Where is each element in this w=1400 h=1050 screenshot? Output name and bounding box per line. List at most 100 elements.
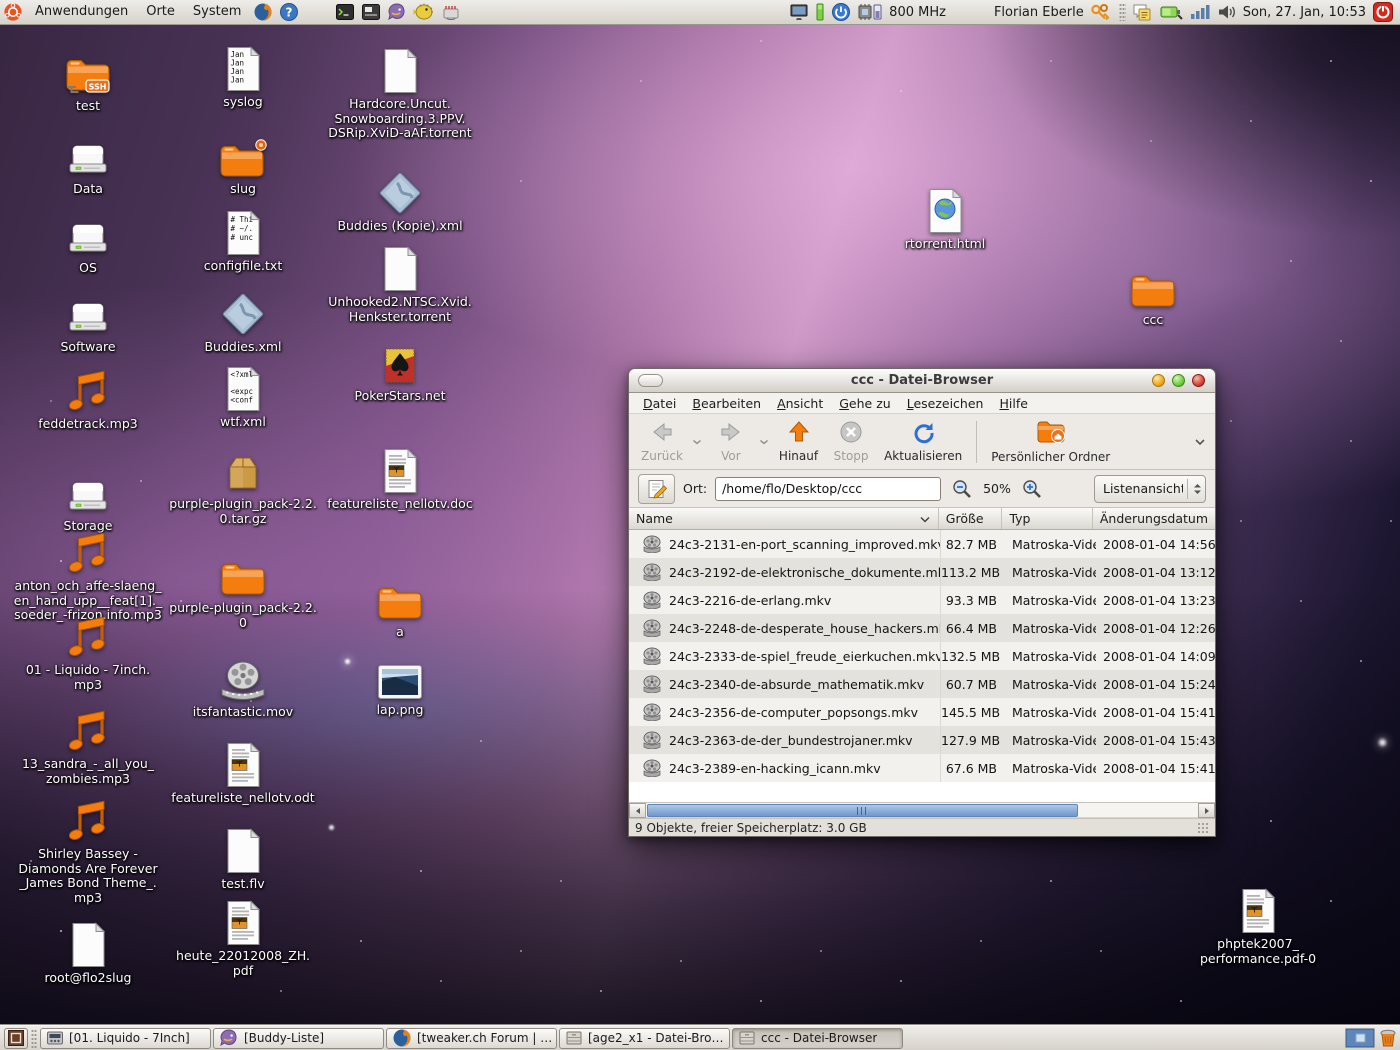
show-desktop-button[interactable] — [4, 1028, 28, 1049]
desktop-icon[interactable]: phptek2007_ performance.pdf-0 — [1183, 888, 1333, 966]
desktop-icon[interactable]: test.flv — [168, 828, 318, 892]
taskbar-button[interactable]: [01. Liquido - 7Inch] — [40, 1028, 211, 1049]
display-icon[interactable] — [786, 0, 812, 25]
ubuntu-logo-icon[interactable] — [0, 0, 26, 25]
taskbar-button[interactable]: [age2_x1 - Datei-Bro… — [559, 1028, 730, 1049]
zoom-in-button[interactable] — [1019, 475, 1045, 503]
desktop-icon[interactable]: OS — [13, 212, 163, 276]
desktop-icon[interactable]: anton_och_affe-slaeng_ en_hand_upp__feat… — [13, 530, 163, 623]
close-button[interactable] — [1192, 374, 1205, 387]
desktop-icon[interactable]: <?xml<expc<confwtf.xml — [168, 366, 318, 430]
desktop-icon[interactable]: Software — [13, 291, 163, 355]
desktop-icon[interactable]: heute_22012008_ZH. pdf — [168, 900, 318, 978]
scrollbar-track[interactable] — [646, 803, 1198, 818]
desktop-icon[interactable]: featureliste_nellotv.odt — [168, 742, 318, 806]
taskbar-button[interactable]: [tweaker.ch Forum | … — [386, 1028, 557, 1049]
desktop-icon[interactable]: slug — [168, 133, 318, 197]
menu-item-2[interactable]: Ansicht — [769, 394, 831, 413]
file-row[interactable]: 24c3-2389-en-hacking_icann.mkv67.6 MBMat… — [629, 754, 1215, 782]
desktop-icon[interactable]: Buddies (Kopie).xml — [325, 170, 475, 234]
file-row[interactable]: 24c3-2192-de-elektronische_dokumente.mkv… — [629, 558, 1215, 586]
back-dropdown[interactable] — [690, 418, 705, 466]
back-button[interactable]: Zurück — [634, 418, 690, 466]
power-manager-icon[interactable] — [828, 0, 854, 25]
desktop-icon[interactable]: itsfantastic.mov — [168, 656, 318, 720]
desktop-icon[interactable]: feddetrack.mp3 — [13, 368, 163, 432]
signal-strength-icon[interactable] — [1186, 0, 1214, 25]
shade-button[interactable] — [638, 374, 663, 387]
forward-dropdown[interactable] — [757, 418, 772, 466]
battery-meter-icon[interactable] — [812, 0, 828, 25]
menu-orte[interactable]: Orte — [137, 0, 184, 24]
trash-icon[interactable] — [1379, 1028, 1397, 1048]
keyring-icon[interactable] — [1087, 0, 1117, 25]
up-button[interactable]: Hinauf — [772, 418, 825, 466]
desktop-icon[interactable]: Unhooked2.NTSC.Xvid. Henkster.torrent — [325, 246, 475, 324]
desktop-icon[interactable]: # Thi# ~/.# uncconfigfile.txt — [168, 210, 318, 274]
terminal-launcher-icon[interactable] — [332, 0, 358, 25]
workspace-switcher[interactable] — [1345, 1028, 1375, 1048]
column-header-size[interactable]: Größe — [939, 508, 1003, 529]
scroll-left-button[interactable] — [629, 803, 646, 818]
panel-drag-handle[interactable] — [1119, 3, 1126, 21]
taskbar-drag-handle[interactable] — [31, 1029, 37, 1048]
column-header-name[interactable]: Name — [629, 508, 939, 529]
title-bar[interactable]: ccc - Datei-Browser — [629, 369, 1215, 393]
desktop-icon[interactable]: featureliste_nellotv.doc — [325, 448, 475, 512]
desktop-icon[interactable]: rtorrent.html — [870, 188, 1020, 252]
column-header-date[interactable]: Änderungsdatum — [1093, 508, 1215, 529]
desktop-icon[interactable]: lap.png — [325, 654, 475, 718]
file-row[interactable]: 24c3-2356-de-computer_popsongs.mkv145.5 … — [629, 698, 1215, 726]
desktop-icon[interactable]: Buddies.xml — [168, 291, 318, 355]
desktop-icon[interactable]: purple-plugin_pack-2.2. 0 — [168, 552, 318, 630]
menu-item-3[interactable]: Gehe zu — [831, 394, 898, 413]
menu-system[interactable]: System — [184, 0, 250, 24]
taskbar-button[interactable]: [Buddy-Liste] — [213, 1028, 384, 1049]
desktop-icon[interactable]: PokerStars.net — [325, 340, 475, 404]
help-launcher-icon[interactable]: ? — [276, 0, 302, 25]
desktop-icon[interactable]: 13_sandra_-_all_you_ zombies.mp3 — [13, 708, 163, 786]
column-header-type[interactable]: Typ — [1002, 508, 1092, 529]
desktop-icon[interactable]: JanJanJanJansyslog — [168, 46, 318, 110]
forward-button[interactable]: Vor — [705, 418, 757, 466]
menu-item-1[interactable]: Bearbeiten — [684, 394, 769, 413]
desktop-icon[interactable]: Storage — [13, 470, 163, 534]
zoom-out-button[interactable] — [949, 475, 975, 503]
refresh-button[interactable]: Aktualisieren — [877, 418, 969, 466]
file-row[interactable]: 24c3-2340-de-absurde_mathematik.mkv60.7 … — [629, 670, 1215, 698]
desktop-icon[interactable]: root@flo2slug — [13, 922, 163, 986]
fish-launcher-icon[interactable] — [410, 0, 438, 25]
location-toggle-button[interactable] — [638, 474, 675, 504]
cpu-frequency-label[interactable]: 800 MHz — [886, 5, 949, 20]
desktop-icon[interactable]: ccc — [1078, 264, 1228, 328]
menu-item-5[interactable]: Hilfe — [991, 394, 1035, 413]
view-mode-select[interactable]: Listenansicht — [1094, 475, 1206, 503]
firefox-launcher-icon[interactable] — [250, 0, 276, 25]
file-row[interactable]: 24c3-2363-de-der_bundestrojaner.mkv127.9… — [629, 726, 1215, 754]
desktop-icon[interactable]: purple-plugin_pack-2.2. 0.tar.gz — [168, 448, 318, 526]
notification-icon[interactable] — [1128, 0, 1156, 25]
desktop-icon[interactable]: Shirley Bassey - Diamonds Are Forever _J… — [13, 798, 163, 905]
home-button[interactable]: Persönlicher Ordner — [984, 418, 1117, 466]
desktop-icon[interactable]: 01 - Liquido - 7inch. mp3 — [13, 614, 163, 692]
desktop-icon[interactable]: Data — [13, 133, 163, 197]
desktop-icon[interactable]: Hardcore.Uncut. Snowboarding.3.PPV. DSRi… — [325, 48, 475, 141]
shutdown-button[interactable] — [1369, 0, 1397, 25]
desktop-icon[interactable]: SSHtest — [13, 50, 163, 114]
battery-icon[interactable] — [1156, 0, 1186, 25]
file-browser-window[interactable]: ccc - Datei-Browser DateiBearbeitenAnsic… — [628, 368, 1216, 837]
file-row[interactable]: 24c3-2216-de-erlang.mkv93.3 MBMatroska-V… — [629, 586, 1215, 614]
pidgin-launcher-icon[interactable] — [384, 0, 410, 25]
screen-launcher-icon[interactable] — [358, 0, 384, 25]
menu-item-0[interactable]: Datei — [635, 394, 684, 413]
toolbar-overflow-button[interactable] — [1194, 438, 1206, 446]
clock[interactable]: Son, 27. Jan, 10:53 — [1240, 5, 1369, 20]
scroll-right-button[interactable] — [1198, 803, 1215, 818]
tweak-launcher-icon[interactable] — [438, 0, 464, 25]
stop-button[interactable]: Stopp — [825, 418, 877, 466]
volume-icon[interactable] — [1214, 0, 1240, 25]
file-row[interactable]: 24c3-2131-en-port_scanning_improved.mkv8… — [629, 530, 1215, 558]
resize-grip[interactable] — [1197, 822, 1209, 834]
file-row[interactable]: 24c3-2248-de-desperate_house_hackers.mkv… — [629, 614, 1215, 642]
maximize-button[interactable] — [1172, 374, 1185, 387]
